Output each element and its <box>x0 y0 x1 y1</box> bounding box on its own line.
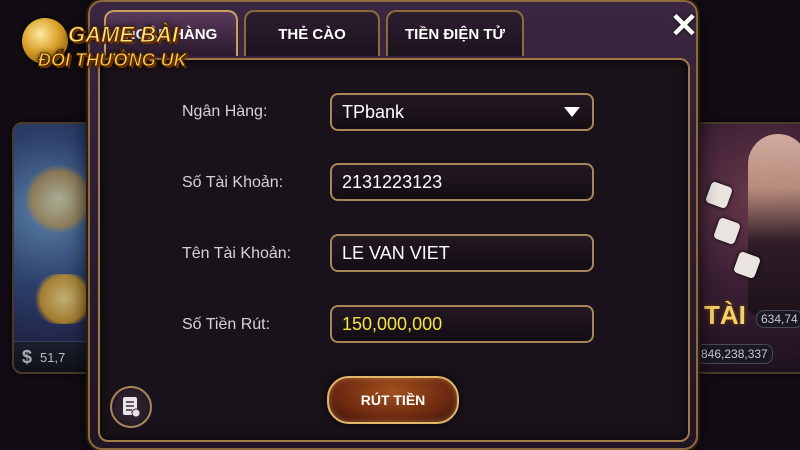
dice-icon <box>704 180 734 210</box>
withdraw-button-label: RÚT TIỀN <box>360 392 426 408</box>
bank-select[interactable]: TPbank <box>330 93 594 131</box>
tile-tai-label: TÀI <box>704 300 746 330</box>
tab-crypto-label: TIỀN ĐIỆN TỬ <box>405 25 505 43</box>
account-name-field[interactable]: LE VAN VIET <box>330 234 594 272</box>
history-icon <box>123 397 141 418</box>
tile-artwork <box>24 164 94 234</box>
tile-jackpot-amount: 51,7 <box>40 349 66 365</box>
logo-line2: ĐỔI THƯỞNG UK <box>38 50 188 71</box>
close-icon[interactable]: ✕ <box>660 6 708 46</box>
amount-value: 150,000,000 <box>342 313 443 334</box>
tile-pot-value: 846,238,337 <box>696 344 773 364</box>
dealer-image <box>748 134 800 314</box>
chevron-down-icon <box>564 107 580 117</box>
logo-line1: GAME BÀI <box>68 22 179 48</box>
dice-icon <box>712 216 742 246</box>
account-name-value: LE VAN VIET <box>342 242 450 263</box>
account-number-value: 2131223123 <box>342 171 443 192</box>
account-number-field[interactable]: 2131223123 <box>330 163 594 201</box>
dollar-icon: $ <box>22 346 33 367</box>
game-tile-left[interactable]: $ 51,7 <box>12 122 100 374</box>
withdraw-button[interactable]: RÚT TIỀN <box>327 376 459 424</box>
bank-label: Ngân Hàng: <box>182 103 268 120</box>
bank-select-value: TPbank <box>342 101 405 122</box>
account-name-label: Tên Tài Khoản: <box>182 245 292 262</box>
history-button[interactable] <box>110 386 152 428</box>
amount-field[interactable]: 150,000,000 <box>330 305 594 343</box>
tile-jackpot: $ 51,7 <box>14 341 98 372</box>
brand-logo: GAME BÀI ĐỔI THƯỞNG UK <box>18 18 218 78</box>
tile-artwork <box>34 274 94 324</box>
game-tile-right[interactable]: TÀI 634,74 846,238,337 <box>694 122 800 374</box>
tab-crypto[interactable]: TIỀN ĐIỆN TỬ <box>386 10 524 56</box>
tile-bet-value: 634,74 <box>756 310 800 328</box>
tab-card[interactable]: THẺ CÀO <box>244 10 380 56</box>
account-number-label: Số Tài Khoản: <box>182 174 284 191</box>
tab-card-label: THẺ CÀO <box>278 25 346 43</box>
amount-label: Số Tiền Rút: <box>182 316 271 333</box>
